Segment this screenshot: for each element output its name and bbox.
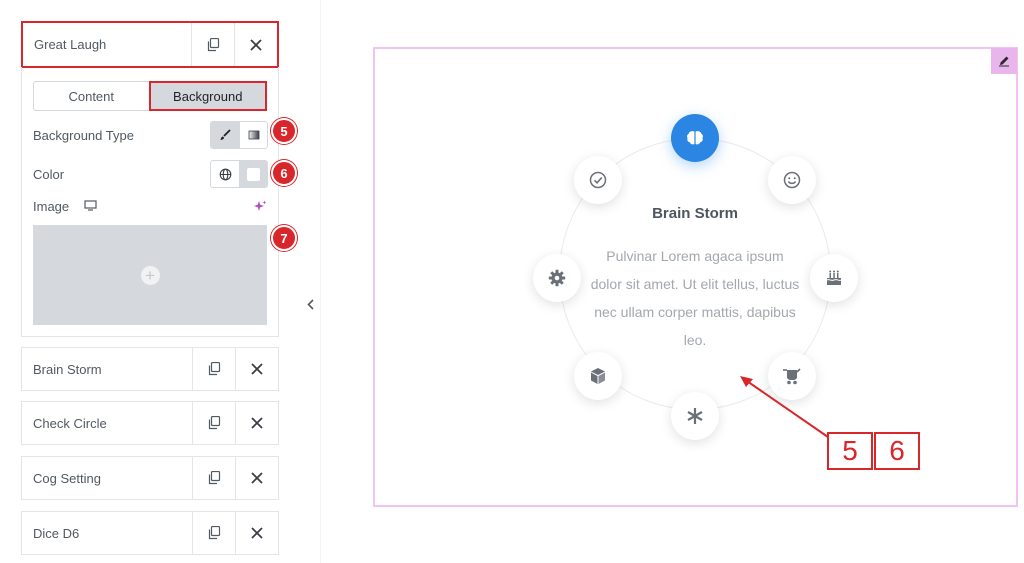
node-great-laugh[interactable] xyxy=(768,156,816,204)
ai-sparkle-icon[interactable] xyxy=(254,200,267,213)
repeater-item-great-laugh[interactable]: Great Laugh xyxy=(21,21,279,68)
copy-icon xyxy=(208,526,220,540)
background-type-choices xyxy=(210,121,268,149)
preview-description: Pulvinar Lorem agaca ipsum dolor sit ame… xyxy=(590,248,800,348)
settings-tabs: Content Background xyxy=(33,81,267,111)
pencil-icon xyxy=(999,56,1009,67)
global-colors-button[interactable] xyxy=(211,161,239,187)
color-label: Color xyxy=(33,167,65,182)
remove-button[interactable] xyxy=(235,512,278,554)
repeater-item-dice-d6[interactable]: Dice D6 xyxy=(21,511,279,555)
image-upload-area[interactable]: + xyxy=(33,225,267,325)
close-icon xyxy=(251,472,263,484)
color-swatch xyxy=(247,167,260,181)
repeater-panel: Great Laugh Content Background Backgroun… xyxy=(0,0,300,563)
asterisk-icon xyxy=(687,408,703,424)
repeater-item-title[interactable]: Great Laugh xyxy=(23,23,191,66)
copy-icon xyxy=(208,362,220,376)
repeater-item-title[interactable]: Check Circle xyxy=(22,402,192,444)
node-dice-d6[interactable] xyxy=(574,352,622,400)
brain-icon xyxy=(687,131,703,145)
copy-icon xyxy=(207,37,219,51)
remove-button[interactable] xyxy=(235,402,278,444)
remove-button[interactable] xyxy=(235,348,278,390)
color-controls xyxy=(210,160,268,188)
node-birthday-cake[interactable] xyxy=(810,254,858,302)
duplicate-button[interactable] xyxy=(192,348,235,390)
node-cog-setting[interactable] xyxy=(533,254,581,302)
birthday-cake-icon xyxy=(826,270,842,285)
repeater-item-title[interactable]: Brain Storm xyxy=(22,348,192,390)
duplicate-button[interactable] xyxy=(192,402,235,444)
close-icon xyxy=(251,417,263,429)
check-circle-icon xyxy=(589,171,607,189)
preview-title: Brain Storm xyxy=(652,205,738,222)
edit-widget-button[interactable] xyxy=(991,48,1017,74)
cube-icon xyxy=(591,368,605,384)
duplicate-button[interactable] xyxy=(192,457,235,499)
gradient-icon xyxy=(248,130,259,140)
close-icon xyxy=(251,527,263,539)
annotation-label-5: 5 xyxy=(827,432,873,470)
repeater-item-cog-setting[interactable]: Cog Setting xyxy=(21,456,279,500)
globe-icon xyxy=(219,168,231,180)
repeater-item-brain-storm[interactable]: Brain Storm xyxy=(21,347,279,391)
copy-icon xyxy=(208,416,220,430)
tab-content[interactable]: Content xyxy=(34,82,149,110)
close-icon xyxy=(250,38,262,51)
chevron-left-icon xyxy=(306,298,314,310)
plus-icon: + xyxy=(140,265,160,285)
node-brain-storm[interactable] xyxy=(671,114,719,162)
duplicate-button[interactable] xyxy=(192,512,235,554)
background-type-label: Background Type xyxy=(33,128,134,143)
step-badge-6: 6 xyxy=(271,160,297,186)
close-icon xyxy=(251,363,263,375)
step-badge-7: 7 xyxy=(271,225,297,251)
node-check-circle[interactable] xyxy=(574,156,622,204)
panel-divider xyxy=(320,0,321,563)
node-asterisk[interactable] xyxy=(671,392,719,440)
copy-icon xyxy=(208,471,220,485)
step-badge-5: 5 xyxy=(271,118,297,144)
classic-background-button[interactable] xyxy=(211,122,239,148)
smile-icon xyxy=(783,171,801,189)
tab-background[interactable]: Background xyxy=(148,81,267,111)
duplicate-button[interactable] xyxy=(191,23,234,66)
gradient-background-button[interactable] xyxy=(239,122,267,148)
paint-brush-icon xyxy=(220,129,231,140)
repeater-item-check-circle[interactable]: Check Circle xyxy=(21,401,279,445)
cog-icon xyxy=(548,269,566,287)
remove-button[interactable] xyxy=(234,23,277,66)
desktop-icon[interactable] xyxy=(84,200,97,211)
annotation-label-6: 6 xyxy=(874,432,920,470)
annotation-arrow xyxy=(740,376,829,438)
repeater-item-title[interactable]: Dice D6 xyxy=(22,512,192,554)
repeater-item-title[interactable]: Cog Setting xyxy=(22,457,192,499)
color-picker-button[interactable] xyxy=(239,161,267,187)
image-label: Image xyxy=(33,199,70,214)
collapse-panel-button[interactable] xyxy=(300,282,320,326)
remove-button[interactable] xyxy=(235,457,278,499)
